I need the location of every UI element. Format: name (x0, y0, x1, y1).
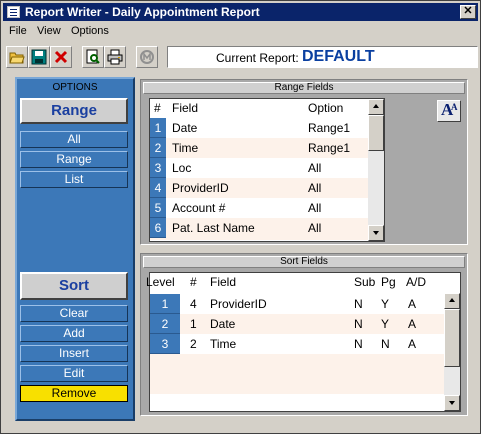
sort-fields-title: Sort Fields (143, 256, 465, 268)
sort-scrollbar[interactable] (444, 293, 460, 411)
current-report-box: Current Report: DEFAULT (167, 46, 478, 68)
app-icon (7, 6, 20, 18)
menu-file[interactable]: File (9, 25, 27, 37)
delete-icon (54, 50, 68, 64)
empty-row (150, 354, 444, 374)
sort-add-button[interactable]: Add (20, 325, 128, 342)
close-button[interactable]: ✕ (460, 5, 476, 19)
scroll-down-icon[interactable] (368, 225, 384, 241)
scroll-thumb[interactable] (444, 309, 460, 367)
title-bar[interactable]: Report Writer - Daily Appointment Report… (3, 3, 478, 21)
sort-remove-button[interactable]: Remove (20, 385, 128, 402)
range-list-button[interactable]: List (20, 171, 128, 188)
preview-button[interactable] (82, 46, 104, 68)
col-field: Field (172, 101, 199, 115)
save-button[interactable] (28, 46, 50, 68)
range-row[interactable]: 1 Date Range1 (150, 118, 368, 138)
range-row[interactable]: 6 Pat. Last Name All (150, 218, 368, 240)
open-icon (9, 52, 25, 64)
col-pg: Pg (381, 275, 396, 289)
preview-icon (86, 49, 100, 64)
menu-options[interactable]: Options (71, 25, 109, 37)
current-report-label: Current Report: (216, 51, 299, 65)
range-row[interactable]: 5 Account # All (150, 198, 368, 218)
menu-view[interactable]: View (37, 25, 61, 37)
range-range-button[interactable]: Range (20, 151, 128, 168)
range-row[interactable]: 2 Time Range1 (150, 138, 368, 158)
options-panel: OPTIONS Range All Range List Sort Clear … (15, 77, 135, 421)
print-button[interactable] (104, 46, 126, 68)
sort-clear-button[interactable]: Clear (20, 305, 128, 322)
range-scrollbar[interactable] (368, 99, 384, 241)
sort-row[interactable]: 3 2 Time N N A (150, 334, 444, 354)
col-option: Option (308, 101, 344, 115)
sort-edit-button[interactable]: Edit (20, 365, 128, 382)
scroll-up-icon[interactable] (368, 99, 384, 115)
range-row[interactable]: 4 ProviderID All (150, 178, 368, 198)
col-field: Field (210, 275, 237, 289)
col-num: # (154, 101, 161, 115)
scroll-up-icon[interactable] (444, 293, 460, 309)
sort-insert-button[interactable]: Insert (20, 345, 128, 362)
range-fields-list[interactable]: # Field Option 1 Date Range1 2 Time Rang… (149, 98, 385, 242)
scroll-thumb[interactable] (368, 115, 384, 151)
range-list-header: # Field Option (150, 99, 368, 117)
open-button[interactable] (6, 46, 28, 68)
current-report-value: DEFAULT (302, 48, 375, 65)
disabled-button[interactable] (136, 46, 158, 68)
disabled-icon (140, 50, 154, 64)
toolbar: Current Report: DEFAULT (3, 43, 478, 71)
range-all-button[interactable]: All (20, 131, 128, 148)
menu-bar: File View Options (3, 22, 478, 41)
options-heading: OPTIONS (52, 82, 98, 93)
save-icon (31, 49, 47, 65)
col-sub: Sub (354, 275, 376, 289)
sort-fields-group: Sort Fields Level # Field Sub Pg A/D 1 4… (140, 253, 468, 416)
report-writer-window: Report Writer - Daily Appointment Report… (0, 0, 481, 434)
window-title: Report Writer - Daily Appointment Report (25, 5, 260, 19)
range-fields-title: Range Fields (143, 82, 465, 94)
range-fields-group: Range Fields AA # Field Option 1 Date Ra… (140, 79, 468, 245)
print-icon (107, 49, 123, 65)
scroll-down-icon[interactable] (444, 395, 460, 411)
range-row[interactable]: 3 Loc All (150, 158, 368, 178)
sort-button[interactable]: Sort (20, 272, 128, 300)
empty-row (150, 374, 444, 394)
font-button[interactable]: AA (437, 100, 461, 122)
sort-fields-list[interactable]: Level # Field Sub Pg A/D 1 4 ProviderID … (146, 272, 461, 412)
delete-button[interactable] (50, 46, 72, 68)
range-button[interactable]: Range (20, 98, 128, 124)
col-ad: A/D (406, 275, 427, 289)
sort-row[interactable]: 2 1 Date N Y A (150, 314, 444, 334)
col-num: # (190, 275, 197, 289)
col-level: Level (146, 275, 175, 289)
sort-row[interactable]: 1 4 ProviderID N Y A (150, 294, 444, 314)
sort-list-header: Level # Field Sub Pg A/D (146, 273, 444, 291)
